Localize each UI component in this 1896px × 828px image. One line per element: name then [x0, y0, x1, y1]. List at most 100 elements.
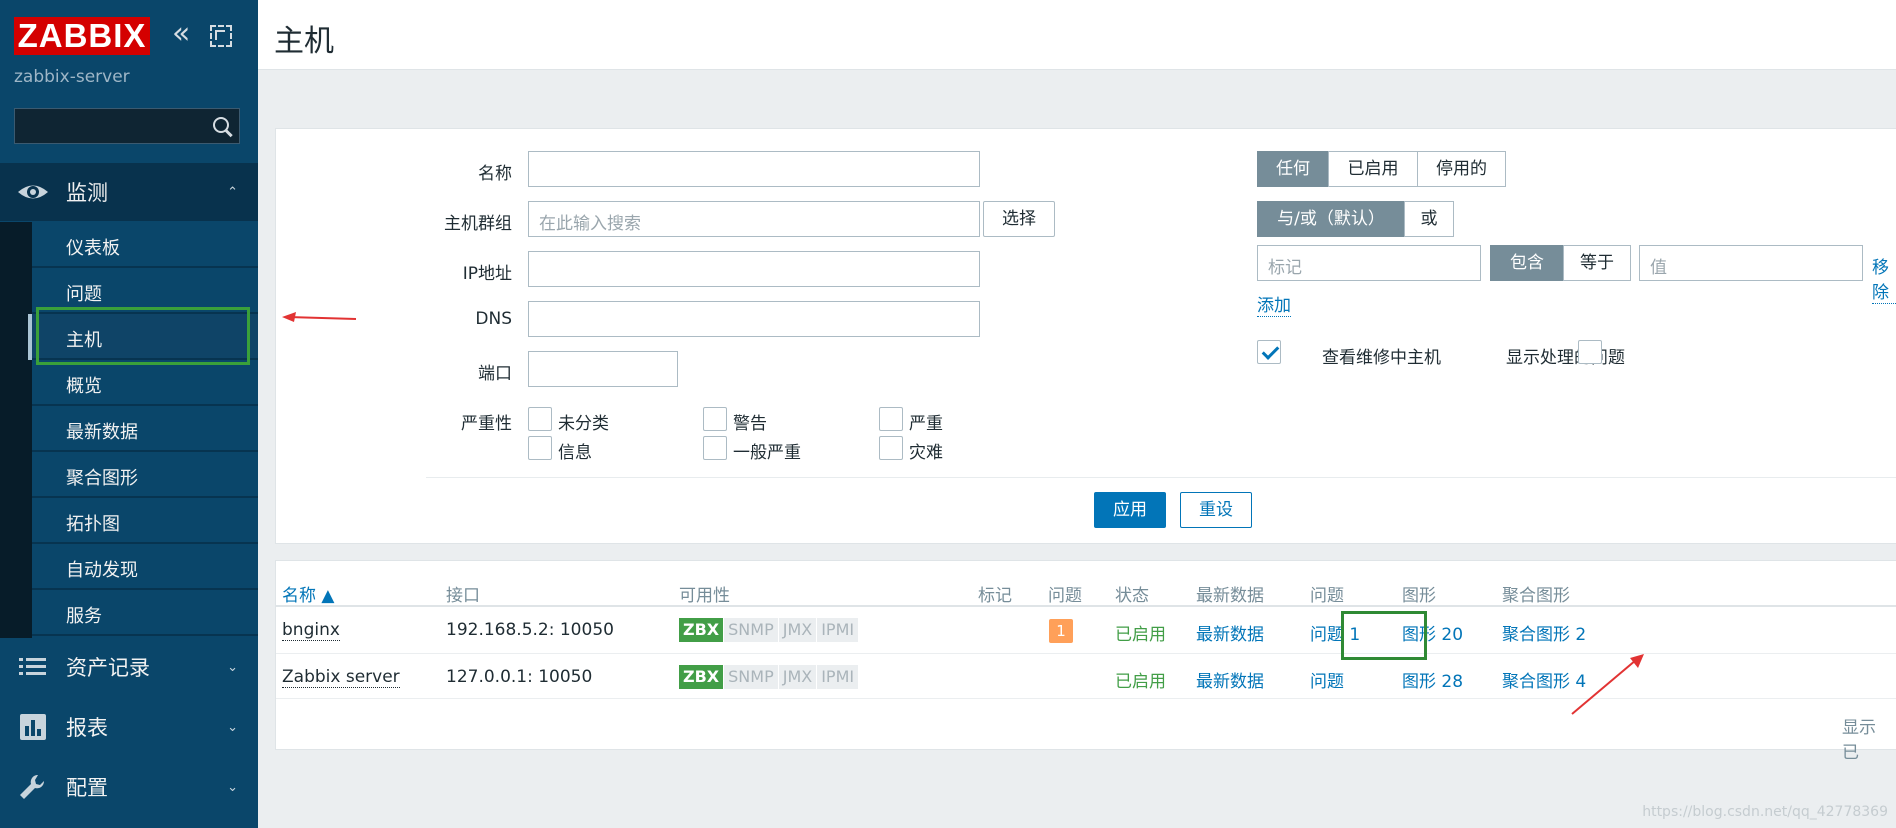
- ipmi-badge: IPMI: [817, 665, 859, 689]
- problem-count-badge[interactable]: 1: [1049, 619, 1073, 643]
- host-interface: 192.168.5.2: 10050: [446, 620, 614, 640]
- row-divider: [276, 698, 1896, 699]
- collapse-sidebar-icon[interactable]: «: [172, 19, 200, 50]
- jmx-badge: JMX: [778, 618, 817, 642]
- severity-label: 警告: [733, 414, 767, 434]
- sidebar: ZABBIX « zabbix-server 监测 ⌃ 仪表板 问题 主机 概览…: [0, 0, 258, 828]
- host-status[interactable]: 已启用: [1115, 667, 1166, 692]
- tag-contains-option[interactable]: 包含: [1490, 245, 1564, 281]
- add-tag-link[interactable]: 添加: [1257, 291, 1291, 317]
- col-status-header[interactable]: 状态: [1115, 581, 1149, 606]
- hosts-table: 名称 ▲ 接口 可用性 标记 问题 状态 最新数据 问题 图形 聚合图形 bng…: [275, 560, 1896, 763]
- col-screens-header: 聚合图形: [1502, 586, 1570, 606]
- apply-button[interactable]: 应用: [1094, 492, 1166, 528]
- sidebar-search-input[interactable]: [14, 108, 240, 144]
- tag-name-input[interactable]: 标记: [1257, 245, 1481, 281]
- col-problems-link-header: 问题: [1310, 586, 1344, 606]
- display-count-text: 显示 已: [1842, 718, 1876, 763]
- severity-label: 灾难: [909, 443, 943, 463]
- jmx-badge: JMX: [778, 665, 817, 689]
- status-any-option[interactable]: 任何: [1257, 151, 1329, 187]
- submenu-overview[interactable]: 概览: [32, 360, 258, 406]
- zbx-badge: ZBX: [679, 618, 724, 642]
- filter-ip-label: IP地址: [462, 264, 512, 284]
- col-problems-header: 问题: [1048, 586, 1082, 606]
- severity-high-checkbox[interactable]: [879, 407, 903, 431]
- col-name-header[interactable]: 名称 ▲: [282, 581, 334, 606]
- latest-data-link[interactable]: 最新数据: [1196, 667, 1264, 692]
- submenu-dashboard[interactable]: 仪表板: [32, 222, 258, 268]
- severity-average-checkbox[interactable]: [703, 436, 727, 460]
- col-tags-header: 标记: [978, 586, 1012, 606]
- page-header: 主机: [258, 0, 1896, 70]
- filter-port-input[interactable]: [528, 351, 678, 387]
- filter-hostgroup-label: 主机群组: [444, 214, 512, 234]
- host-name-link[interactable]: bnginx: [282, 620, 340, 641]
- submenu-screens[interactable]: 聚合图形: [32, 452, 258, 498]
- kiosk-mode-icon[interactable]: [210, 25, 232, 47]
- host-name-link[interactable]: Zabbix server: [282, 667, 400, 688]
- severity-label: 未分类: [558, 414, 609, 434]
- severity-warning-checkbox[interactable]: [703, 407, 727, 431]
- screens-link[interactable]: 聚合图形 2: [1502, 620, 1586, 645]
- list-icon: [16, 652, 50, 682]
- severity-label: 信息: [558, 443, 592, 463]
- server-name: zabbix-server: [14, 67, 130, 87]
- chevron-down-icon: ⌄: [227, 779, 238, 795]
- maintenance-checkbox[interactable]: [1257, 340, 1281, 364]
- latest-data-link[interactable]: 最新数据: [1196, 620, 1264, 645]
- menu-inventory[interactable]: 资产记录 ⌄: [0, 638, 258, 696]
- ipmi-badge: IPMI: [817, 618, 859, 642]
- filter-ip-input[interactable]: [528, 251, 980, 287]
- submenu-maps[interactable]: 拓扑图: [32, 498, 258, 544]
- tags-or-option[interactable]: 或: [1404, 201, 1454, 237]
- col-interface-header: 接口: [446, 586, 480, 606]
- filter-divider: [426, 477, 1896, 478]
- status-enabled-option[interactable]: 已启用: [1328, 151, 1418, 187]
- host-interface: 127.0.0.1: 10050: [446, 667, 593, 687]
- col-latest-data-header: 最新数据: [1196, 586, 1264, 606]
- table-header-divider: [276, 605, 1896, 607]
- filter-name-label: 名称: [478, 164, 512, 184]
- severity-disaster-checkbox[interactable]: [879, 436, 903, 460]
- tag-equals-option[interactable]: 等于: [1563, 245, 1631, 281]
- submenu-latest-data[interactable]: 最新数据: [32, 406, 258, 452]
- row-divider: [276, 653, 1896, 654]
- show-suppressed-checkbox[interactable]: [1578, 340, 1602, 364]
- severity-not-classified-checkbox[interactable]: [528, 407, 552, 431]
- wrench-icon: [16, 772, 50, 802]
- annotation-arrow-icon: [282, 312, 357, 322]
- select-hostgroup-button[interactable]: 选择: [983, 201, 1055, 237]
- filter-dns-input[interactable]: [528, 301, 980, 337]
- search-icon[interactable]: [211, 115, 233, 137]
- zabbix-logo[interactable]: ZABBIX: [14, 17, 150, 55]
- tag-value-input[interactable]: 值: [1639, 245, 1863, 281]
- tags-and-or-option[interactable]: 与/或（默认）: [1257, 201, 1405, 237]
- availability-indicators: ZBX SNMP JMX IPMI: [679, 665, 859, 689]
- remove-tag-link[interactable]: 移除: [1872, 253, 1896, 304]
- chart-icon: [16, 712, 50, 742]
- filter-panel: 名称 主机群组 在此输入搜索 选择 IP地址 DNS 端口 严重性 未分类 警告…: [275, 128, 1896, 544]
- menu-configuration[interactable]: 配置 ⌄: [0, 758, 258, 816]
- menu-reports-label: 报表: [66, 716, 108, 740]
- host-status[interactable]: 已启用: [1115, 620, 1166, 645]
- filter-name-input[interactable]: [528, 151, 980, 187]
- reset-button[interactable]: 重设: [1180, 492, 1252, 528]
- problems-link[interactable]: 问题: [1310, 667, 1344, 692]
- menu-monitoring[interactable]: 监测 ⌃: [0, 163, 258, 221]
- status-disabled-option[interactable]: 停用的: [1417, 151, 1506, 187]
- annotation-highlight-box: [36, 307, 250, 365]
- menu-reports[interactable]: 报表 ⌄: [0, 698, 258, 756]
- annotation-highlight-box: [1341, 611, 1427, 660]
- submenu-discovery[interactable]: 自动发现: [32, 544, 258, 590]
- severity-information-checkbox[interactable]: [528, 436, 552, 460]
- zbx-badge: ZBX: [679, 665, 724, 689]
- filter-hostgroup-input[interactable]: 在此输入搜索: [528, 201, 980, 237]
- watermark-text: https://blog.csdn.net/qq_42778369: [1642, 804, 1888, 820]
- chevron-down-icon: ⌄: [227, 719, 238, 735]
- submenu-services[interactable]: 服务: [32, 590, 258, 636]
- menu-inventory-label: 资产记录: [66, 656, 150, 680]
- graphs-link[interactable]: 图形 28: [1402, 667, 1463, 692]
- col-graphs-header: 图形: [1402, 586, 1436, 606]
- availability-indicators: ZBX SNMP JMX IPMI: [679, 618, 859, 642]
